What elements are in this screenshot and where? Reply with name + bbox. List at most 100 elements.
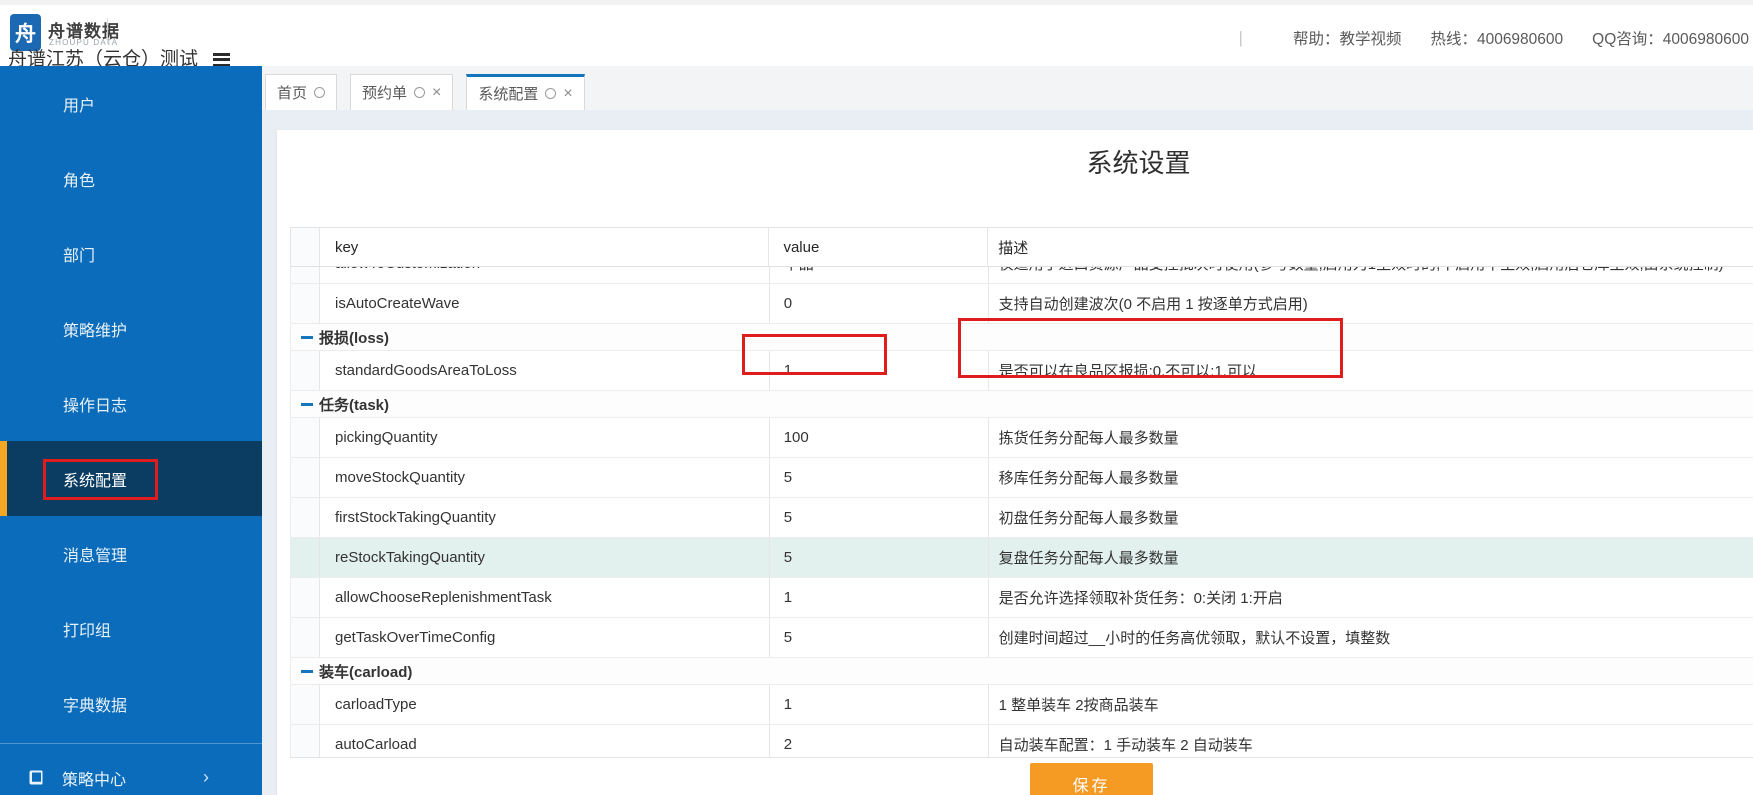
- refresh-icon[interactable]: [545, 88, 557, 99]
- key-cell: allowChooseReplenishmentTask: [320, 578, 770, 617]
- sidebar-item-message-management[interactable]: 消息管理: [0, 516, 262, 591]
- gutter-cell: [291, 351, 320, 390]
- sidebar-item-roles[interactable]: 角色: [0, 141, 262, 216]
- table-row[interactable]: getTaskOverTimeConfig 5 创建时间超过__小时的任务高优领取，…: [291, 618, 1753, 658]
- table-row[interactable]: isAutoCreateWave 0 支持自动创建波次(0 不启用 1 按逐单方式启…: [291, 284, 1753, 324]
- desc-cell: 是否允许选择领取补货任务：0:关闭 1:开启: [998, 590, 1283, 607]
- sidebar-item-strategy-center[interactable]: 策略中心 ›: [0, 760, 262, 795]
- tabs: 首页 预约单 × 系统配置 ×: [265, 74, 585, 110]
- table-row[interactable]: allowChooseReplenishmentTask 1 是否允许选择领取补货任…: [291, 578, 1753, 618]
- key-cell: standardGoodsAreaToLoss: [320, 351, 770, 390]
- sidebar-divider: [0, 743, 262, 744]
- desc-cell: 复盘任务分配每人最多数量: [998, 550, 1179, 567]
- table-row[interactable]: firstStockTakingQuantity 5 初盘任务分配每人最多数量: [291, 498, 1753, 538]
- settings-card: 系统设置 keyvalue 描述 allowToCustomization中品仅适…: [277, 130, 1753, 795]
- group-label: 装车(carload): [319, 663, 413, 681]
- close-icon[interactable]: ×: [563, 85, 572, 102]
- gutter-header-cell: [291, 228, 320, 266]
- table-header: key value 描述: [290, 227, 1753, 267]
- table-row[interactable]: moveStockQuantity 5 移库任务分配每人最多数量: [291, 458, 1753, 498]
- desc-cell: 自动装车配置：1 手动装车 2 自动装车: [998, 737, 1253, 754]
- table-row[interactable]: allowToCustomization中品仅适用于进口货源产品受控批次时使用(…: [291, 267, 1753, 284]
- tab-system-config[interactable]: 系统配置 ×: [466, 74, 585, 110]
- desc-cell: 移库任务分配每人最多数量: [998, 470, 1179, 487]
- sidebar-item-users[interactable]: 用户: [0, 66, 262, 141]
- sidebar-item-print-groups[interactable]: 打印组: [0, 591, 262, 666]
- table-row[interactable]: autoCarload 2 自动装车配置：1 手动装车 2 自动装车: [291, 725, 1753, 757]
- group-row[interactable]: 任务(task): [291, 391, 1753, 418]
- column-header-desc: 描述: [998, 239, 1029, 257]
- column-header-value: value: [769, 228, 989, 266]
- sidebar-item-label: 策略维护: [63, 322, 128, 340]
- group-label: 任务(task): [319, 396, 390, 414]
- desc-cell: 1 整单装车 2按商品装车: [998, 697, 1159, 714]
- sidebar-item-dictionary-data[interactable]: 字典数据: [0, 666, 262, 741]
- sidebar-item-label: 角色: [63, 172, 96, 190]
- key-cell: autoCarload: [320, 725, 770, 757]
- sidebar-item-operation-logs[interactable]: 操作日志: [0, 366, 262, 441]
- gutter-cell: [291, 458, 320, 497]
- group-row[interactable]: 装车(carload): [291, 658, 1753, 685]
- value-cell: 5: [770, 458, 989, 497]
- gutter-cell: [291, 498, 320, 537]
- key-cell: getTaskOverTimeConfig: [320, 618, 770, 657]
- table-row[interactable]: pickingQuantity 100 拣货任务分配每人最多数量: [291, 418, 1753, 458]
- save-button[interactable]: 保存: [1030, 763, 1153, 795]
- sidebar-item-strategy-maintenance[interactable]: 策略维护: [0, 291, 262, 366]
- value-cell: 5: [770, 538, 989, 577]
- sidebar-item-label: 系统配置: [63, 472, 128, 490]
- chevron-right-icon: ›: [203, 767, 209, 787]
- key-cell: firstStockTakingQuantity: [320, 498, 770, 537]
- sidebar-item-label: 消息管理: [63, 547, 128, 565]
- gutter-cell: [291, 725, 320, 757]
- tab-reservation[interactable]: 预约单 ×: [350, 74, 454, 110]
- value-cell: 1: [770, 351, 989, 390]
- desc-cell: 是否可以在良品区报损:0,不可以;1,可以: [998, 363, 1257, 380]
- tab-home[interactable]: 首页: [265, 74, 338, 110]
- table-row[interactable]: standardGoodsAreaToLoss 1 是否可以在良品区报损:0,不可以…: [291, 351, 1753, 391]
- sidebar-item-label: 部门: [63, 247, 96, 265]
- tab-bar: 首页 预约单 × 系统配置 ×: [262, 66, 1753, 110]
- tab-label: 预约单: [362, 85, 408, 102]
- sidebar-item-departments[interactable]: 部门: [0, 216, 262, 291]
- key-cell: isAutoCreateWave: [320, 284, 770, 323]
- group-row[interactable]: 报损(loss): [291, 324, 1753, 351]
- gutter-cell: [291, 578, 320, 617]
- collapse-icon[interactable]: [301, 669, 313, 673]
- gutter-cell: [291, 418, 320, 457]
- book-icon: [27, 769, 45, 787]
- value-cell: 5: [770, 618, 989, 657]
- collapse-icon[interactable]: [301, 402, 313, 406]
- refresh-icon[interactable]: [314, 87, 326, 98]
- value-cell: 5: [770, 498, 989, 537]
- value-cell: 中品: [770, 267, 989, 283]
- table-scroll-area[interactable]: allowToCustomization中品仅适用于进口货源产品受控批次时使用(…: [290, 267, 1753, 757]
- desc-cell: 支持自动创建波次(0 不启用 1 按逐单方式启用): [998, 296, 1308, 313]
- tab-label: 系统配置: [478, 86, 539, 103]
- tab-label: 首页: [277, 85, 308, 102]
- settings-table: keyvalue 描述 allowToCustomization中品仅适用于进口货…: [290, 227, 1753, 758]
- collapse-icon[interactable]: [301, 335, 313, 339]
- gutter-cell: [291, 538, 320, 577]
- column-header-key: key: [320, 228, 770, 266]
- active-indicator-bar: [0, 441, 7, 516]
- close-icon[interactable]: ×: [432, 84, 441, 101]
- gutter-cell: [291, 267, 320, 283]
- sidebar-item-label: 用户: [63, 97, 96, 115]
- menu-toggle-icon[interactable]: [213, 53, 230, 69]
- desc-cell: 初盘任务分配每人最多数量: [998, 510, 1179, 527]
- refresh-icon[interactable]: [414, 87, 426, 98]
- key-cell: allowToCustomization: [320, 267, 770, 283]
- gutter-cell: [291, 284, 320, 323]
- page-title: 系统设置: [1086, 148, 1191, 178]
- sidebar-nav: 用户角色部门策略维护操作日志系统配置消息管理打印组 字典数据: [0, 66, 262, 741]
- top-header: 舟 舟谱数据 ZHOUPU DATA 舟谱江苏（云仓）测试 | 帮助：教学视频 …: [0, 5, 1753, 70]
- help-link[interactable]: 帮助：教学视频: [1293, 27, 1402, 49]
- key-cell: reStockTakingQuantity: [320, 538, 770, 577]
- hotline-text: 热线：4006980600: [1430, 31, 1564, 48]
- brand-divider: [107, 18, 108, 44]
- sidebar: 用户角色部门策略维护操作日志系统配置消息管理打印组 字典数据 策略中心 ›: [0, 66, 262, 795]
- table-row[interactable]: reStockTakingQuantity 5 复盘任务分配每人最多数量: [291, 538, 1753, 578]
- sidebar-item-system-config[interactable]: 系统配置: [0, 441, 262, 516]
- table-row[interactable]: carloadType 1 1 整单装车 2按商品装车: [291, 685, 1753, 725]
